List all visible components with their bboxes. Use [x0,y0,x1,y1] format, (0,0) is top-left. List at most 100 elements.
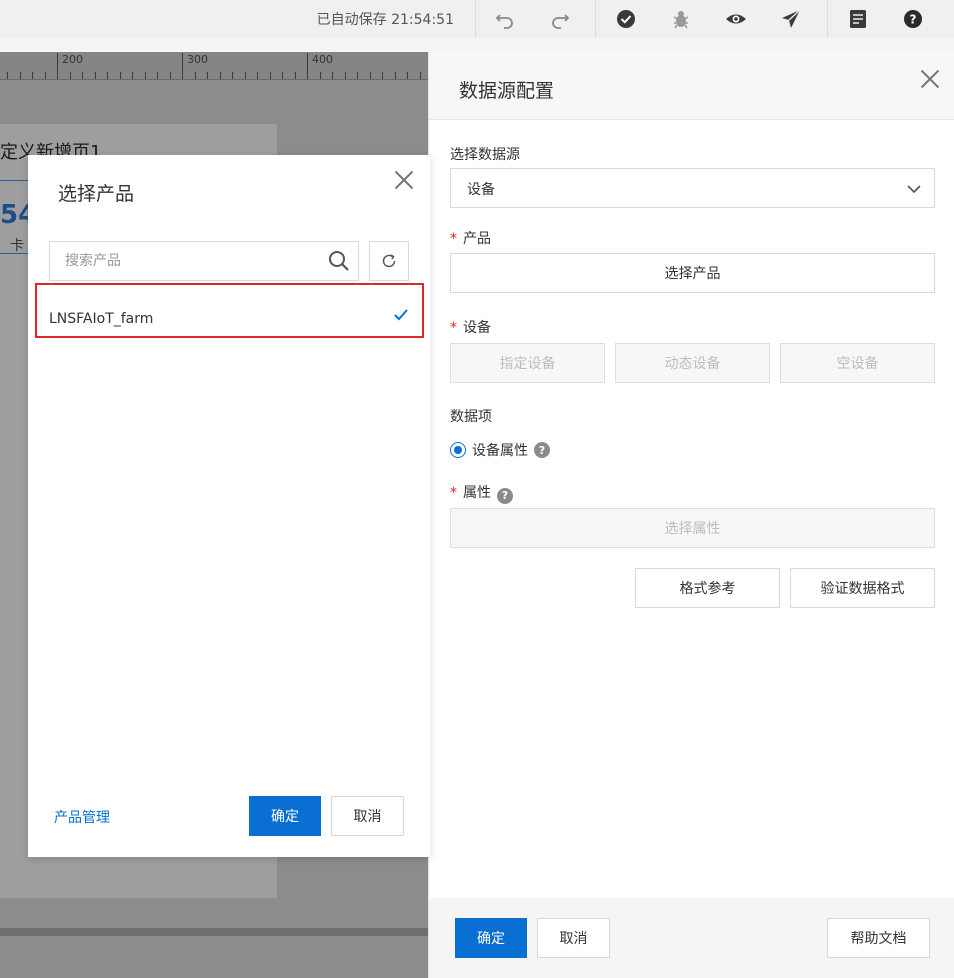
ruler-tick [257,72,258,79]
ruler-tick [332,72,333,79]
checkmark-icon [394,309,408,321]
refresh-icon [382,254,396,268]
ruler-tick [207,72,208,79]
required-mark: * [450,320,457,336]
close-icon[interactable] [919,68,941,90]
property-label: * 属性? [450,482,513,504]
ruler-tick [57,53,58,79]
toolbar-separator [827,0,828,38]
product-list-item[interactable]: LNSFAIoT_farm [35,283,424,338]
panel-header: 数据源配置 [429,52,954,120]
ruler-tick [369,72,371,79]
search-icon[interactable] [328,250,350,272]
ruler-tick [182,53,183,79]
datasource-config-panel: 数据源配置 选择数据源 设备 * 产品 选择产品 * 设备 指定设备 动态设备 空设… [428,52,954,978]
ruler-tick [107,72,108,79]
search-input[interactable] [50,242,320,280]
eye-icon[interactable] [724,7,748,31]
ruler-tick [307,53,308,79]
ruler-tick [82,72,83,79]
datasource-value: 设备 [467,182,495,198]
empty-device-button[interactable]: 空设备 [780,343,935,383]
device-label: * 设备 [450,317,491,337]
ruler-tick [344,72,346,79]
ruler-tick [394,72,396,79]
datasource-label: 选择数据源 [450,147,520,163]
help-doc-button[interactable]: 帮助文档 [827,918,930,958]
select-product-button[interactable]: 选择产品 [450,253,935,293]
ruler-tick [232,72,233,79]
top-toolbar: 已自动保存 21:54:51 ? [0,0,954,38]
modal-confirm-button[interactable]: 确定 [249,796,321,836]
question-icon[interactable]: ? [497,487,513,504]
product-search [49,241,359,281]
check-circle-icon[interactable] [614,7,638,31]
device-property-radio[interactable]: 设备属性 ? [450,440,550,460]
dynamic-device-button[interactable]: 动态设备 [615,343,770,383]
svg-text:?: ? [910,13,917,27]
ruler-tick [382,72,383,79]
ruler-tick [269,72,271,79]
required-mark: * [450,485,457,501]
ruler-tick [44,72,46,79]
product-manage-link[interactable]: 产品管理 [54,807,110,827]
send-icon[interactable] [779,7,803,31]
data-item-label: 数据项 [450,409,492,425]
help-icon[interactable]: ? [901,7,925,31]
product-label-text: 产品 [463,231,491,247]
ruler-tick [419,72,421,79]
toolbar-separator [595,0,596,38]
autosave-status: 已自动保存 21:54:51 [316,12,454,28]
redo-icon[interactable] [548,7,572,31]
required-mark: * [450,231,457,247]
toolbar-separator [475,0,476,38]
widget-subtext: 卡 [10,238,24,254]
ruler-tick [94,72,96,79]
refresh-button[interactable] [369,241,409,281]
ruler-tick [7,72,8,79]
ruler-tick [319,72,321,79]
device-label-text: 设备 [463,320,491,336]
ruler-tick [169,72,171,79]
panel-cancel-button[interactable]: 取消 [537,918,610,958]
modal-title: 选择产品 [58,183,135,205]
horizontal-ruler: 200 300 400 [0,52,428,80]
panel-footer: 确定 取消 帮助文档 [429,898,954,978]
ruler-tick [19,72,21,79]
canvas-scrollbar[interactable] [0,928,428,936]
modal-cancel-button[interactable]: 取消 [331,796,404,836]
undo-icon[interactable] [493,7,517,31]
select-product-modal: 选择产品 LNSFAIoT_farm 产品管理 确定 取消 [28,155,430,857]
validate-format-button[interactable]: 验证数据格式 [790,568,935,608]
ruler-label: 200 [62,53,83,66]
chevron-down-icon [907,185,921,194]
device-property-radio-label: 设备属性 [472,443,528,459]
ruler-tick [244,72,246,79]
product-label: * 产品 [450,228,491,248]
datasource-select[interactable]: 设备 [450,168,935,208]
product-name: LNSFAIoT_farm [49,311,154,327]
ruler-tick [357,72,358,79]
close-icon[interactable] [393,169,415,191]
ruler-tick [69,72,71,79]
format-reference-button[interactable]: 格式参考 [635,568,780,608]
bug-icon[interactable] [669,7,693,31]
ruler-tick [282,72,283,79]
ruler-tick [194,72,196,79]
ruler-tick [294,72,296,79]
panel-confirm-button[interactable]: 确定 [455,918,527,958]
radio-dot[interactable] [450,442,466,458]
ruler-tick [119,72,121,79]
property-label-text: 属性 [463,485,491,501]
ruler-tick [144,72,146,79]
specified-device-button[interactable]: 指定设备 [450,343,605,383]
ruler-tick [32,72,33,79]
ruler-label: 400 [312,53,333,66]
ruler-tick [407,72,408,79]
ruler-tick [157,72,158,79]
document-icon[interactable] [846,7,870,31]
select-property-button[interactable]: 选择属性 [450,508,935,548]
ruler-tick [219,72,221,79]
question-icon[interactable]: ? [534,442,550,458]
ruler-tick [132,72,133,79]
